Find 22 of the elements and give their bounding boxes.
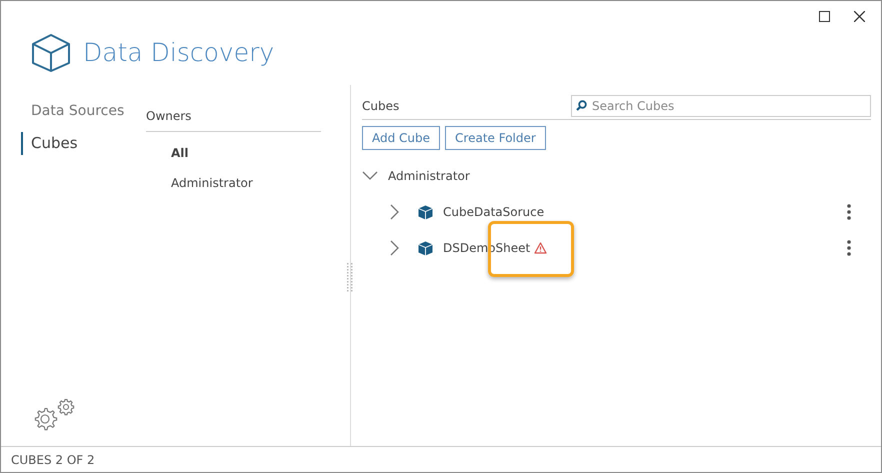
cube-icon [418,240,433,256]
status-text: CUBES 2 OF 2 [1,446,881,472]
folder-label[interactable]: Administrator [388,167,470,185]
close-icon[interactable] [854,10,865,22]
app-title: Data Discovery [83,37,274,70]
owner-item[interactable]: All [146,144,189,162]
cube-logo-icon [31,33,71,73]
chevron-icon[interactable] [390,240,400,256]
chevron-icon[interactable] [390,204,400,220]
maximize-icon[interactable] [819,10,830,22]
chevron-icon[interactable] [362,171,378,181]
splitter-handle[interactable] [347,263,353,293]
search-field[interactable]: Search Cubes [571,95,871,117]
owner-item[interactable]: Administrator [146,174,253,192]
owners-heading: Owners [146,107,321,132]
toolbar-button[interactable]: Create Folder [445,126,546,150]
cube-label[interactable]: CubeDataSoruce [443,203,544,221]
toolbar-button[interactable]: Add Cube [362,126,440,150]
nav-item[interactable]: Data Sources [21,101,146,122]
cube-icon [418,204,433,220]
cubes-heading: Cubes [362,98,400,115]
nav-item[interactable]: Cubes [21,132,146,154]
